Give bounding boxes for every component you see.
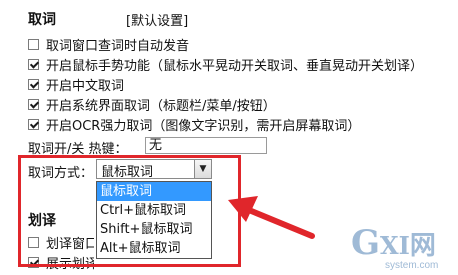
checkbox[interactable] — [28, 78, 39, 90]
section-title-quci: 取词 — [28, 12, 56, 28]
watermark-domain: system.com — [385, 260, 439, 271]
checkbox[interactable] — [28, 38, 39, 50]
annotation-arrow-icon — [228, 196, 315, 239]
watermark-i: I — [398, 231, 410, 260]
option-chinese-capture[interactable]: 开启中文取词 — [28, 75, 125, 94]
watermark-g: G — [351, 223, 381, 263]
option-label: 开启系统界面取词（标题栏/菜单/按钮） — [46, 98, 276, 114]
option-label: 开启OCR强力取词（图像文字识别，需开启屏幕取词） — [46, 118, 361, 134]
option-mouse-gesture[interactable]: 开启鼠标手势功能（鼠标水平晃动开关取词、垂直晃动开关划译） — [28, 55, 424, 74]
option-ocr-capture[interactable]: 开启OCR强力取词（图像文字识别，需开启屏幕取词） — [28, 115, 361, 134]
site-watermark-logo: GXI网 system.com — [351, 225, 456, 273]
highlight-box — [18, 155, 241, 267]
option-label: 取词窗口查词时自动发音 — [46, 38, 190, 54]
watermark-wang: 网 — [409, 231, 436, 261]
checkbox[interactable] — [28, 58, 39, 70]
default-settings-link[interactable]: [默认设置] — [126, 10, 188, 29]
checkbox[interactable] — [28, 118, 39, 130]
option-label: 开启鼠标手势功能（鼠标水平晃动开关取词、垂直晃动开关划译） — [46, 58, 424, 74]
option-auto-pronounce[interactable]: 取词窗口查词时自动发音 — [28, 35, 190, 54]
watermark-x: X — [380, 231, 399, 260]
hotkey-input[interactable]: 无 — [145, 137, 267, 154]
checkbox[interactable] — [28, 98, 39, 110]
option-system-ui-capture[interactable]: 开启系统界面取词（标题栏/菜单/按钮） — [28, 95, 276, 114]
option-label: 开启中文取词 — [46, 78, 125, 94]
